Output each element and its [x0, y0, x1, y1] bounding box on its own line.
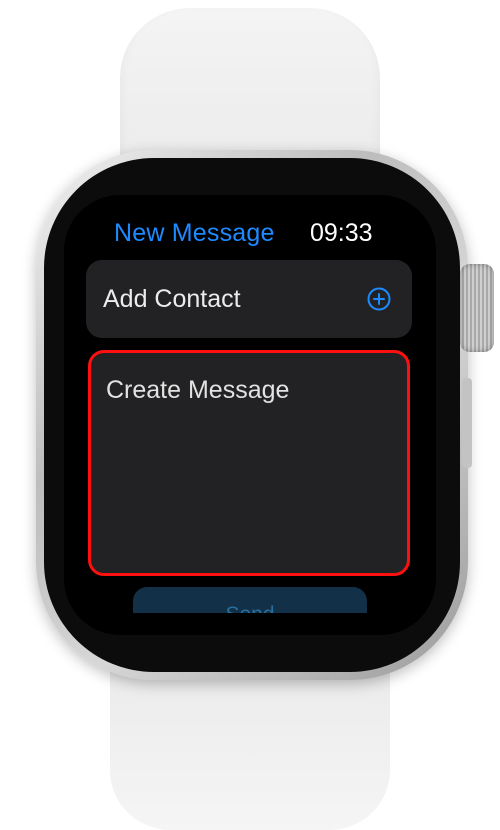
page-title[interactable]: New Message	[114, 219, 275, 248]
clock: 09:33	[310, 219, 373, 247]
side-button[interactable]	[462, 378, 472, 468]
add-contact-label: Add Contact	[103, 285, 241, 313]
screen-edge-fade	[64, 613, 436, 635]
create-message-field[interactable]: Create Message	[88, 350, 410, 576]
digital-crown[interactable]	[460, 264, 494, 352]
add-contact-button[interactable]: Add Contact	[86, 260, 412, 338]
create-message-placeholder: Create Message	[106, 376, 290, 404]
watch-screen: New Message 09:33 Add Contact Create Mes…	[64, 195, 436, 635]
plus-circle-icon[interactable]	[367, 287, 391, 311]
status-bar: New Message 09:33	[64, 215, 436, 255]
